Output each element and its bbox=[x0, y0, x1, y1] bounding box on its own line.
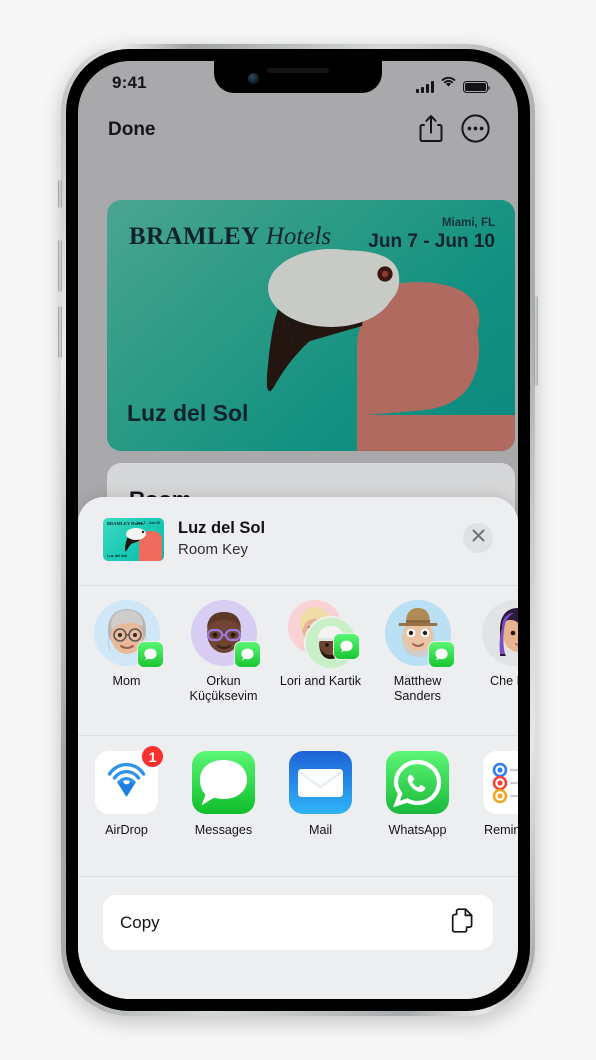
pass-thumbnail: BRAMLEY Hotels Jun 7 - Jun 10 Luz del So… bbox=[103, 518, 164, 561]
contact-name: Matthew Sanders bbox=[393, 674, 442, 703]
app-item-whatsapp[interactable]: WhatsApp bbox=[369, 751, 466, 876]
thumbnail-title: Luz del Sol bbox=[107, 554, 128, 558]
done-button[interactable]: Done bbox=[108, 119, 156, 141]
messages-icon bbox=[192, 751, 255, 814]
silent-switch[interactable] bbox=[58, 180, 62, 208]
pass-title: Luz del Sol bbox=[127, 400, 249, 426]
wifi-icon bbox=[440, 75, 457, 93]
pass-brand-bold: BRAMLEY bbox=[129, 223, 260, 250]
battery-full-icon bbox=[463, 81, 491, 93]
contact-name: Mom bbox=[112, 674, 141, 688]
contact-item[interactable]: Orkun Küçüksevim bbox=[175, 600, 272, 735]
share-sheet-subtitle: Room Key bbox=[178, 541, 249, 558]
device-bezel: 9:41 Done BRAMLEY Hotels Miami, FL Jun 7… bbox=[66, 49, 530, 1011]
close-button[interactable] bbox=[463, 523, 493, 553]
app-icon-wrap bbox=[192, 751, 255, 814]
status-time: 9:41 bbox=[112, 73, 147, 92]
whatsapp-icon bbox=[386, 751, 449, 814]
messages-badge-icon bbox=[233, 641, 261, 668]
wallet-pass-card[interactable]: BRAMLEY Hotels Miami, FL Jun 7 - Jun 10 … bbox=[107, 200, 515, 451]
messages-badge-icon bbox=[332, 633, 360, 660]
avatar-wrap bbox=[190, 600, 261, 668]
avatar-wrap bbox=[287, 600, 360, 670]
navigation-bar: Done bbox=[78, 107, 518, 163]
earpiece-speaker-icon bbox=[267, 68, 329, 73]
app-label: WhatsApp bbox=[388, 823, 447, 837]
contact-suggestions-row[interactable]: Mom Orkun Küçüksevim Lori and Kartik Mat… bbox=[78, 586, 518, 736]
share-sheet: BRAMLEY Hotels Jun 7 - Jun 10 Luz del So… bbox=[78, 497, 518, 999]
iphone-device-frame: 9:41 Done BRAMLEY Hotels Miami, FL Jun 7… bbox=[58, 44, 538, 1016]
copy-action-row[interactable]: Copy bbox=[103, 895, 493, 950]
pass-brand: BRAMLEY Hotels bbox=[129, 223, 331, 251]
app-label: Mail bbox=[308, 823, 333, 837]
app-label: Reminders bbox=[484, 823, 518, 837]
app-icon-wrap bbox=[483, 751, 518, 814]
pass-brand-italic: Hotels bbox=[265, 223, 332, 250]
volume-up-button[interactable] bbox=[58, 240, 62, 292]
notch bbox=[214, 61, 382, 93]
thumbnail-dates: Jun 7 - Jun 10 bbox=[136, 521, 160, 525]
status-icons bbox=[416, 75, 491, 93]
reminders-icon bbox=[483, 751, 518, 814]
app-item-airdrop[interactable]: 1 AirDrop bbox=[78, 745, 175, 876]
share-icon[interactable] bbox=[419, 114, 443, 148]
share-sheet-header: BRAMLEY Hotels Jun 7 - Jun 10 Luz del So… bbox=[78, 497, 518, 586]
app-item-mail[interactable]: Mail bbox=[272, 751, 369, 876]
avatar-wrap bbox=[481, 600, 518, 666]
contact-name: Lori and Kartik bbox=[279, 674, 362, 688]
volume-down-button[interactable] bbox=[58, 306, 62, 358]
contact-item[interactable]: Lori and Kartik bbox=[272, 600, 369, 735]
messages-badge-icon bbox=[427, 641, 455, 668]
copy-action-label: Copy bbox=[120, 912, 160, 932]
pass-location: Miami, FL bbox=[441, 217, 495, 229]
avatar bbox=[481, 600, 518, 666]
app-icon-wrap bbox=[386, 751, 449, 814]
avatar-wrap bbox=[93, 600, 164, 668]
pass-dates: Jun 7 - Jun 10 bbox=[368, 231, 495, 252]
front-camera-icon bbox=[248, 73, 259, 84]
app-item-messages[interactable]: Messages bbox=[175, 751, 272, 876]
contact-name: Che Boe bbox=[489, 674, 518, 688]
phone-screen: 9:41 Done BRAMLEY Hotels Miami, FL Jun 7… bbox=[78, 61, 518, 999]
copy-icon bbox=[449, 907, 476, 939]
app-label: AirDrop bbox=[105, 823, 148, 837]
power-button[interactable] bbox=[534, 296, 538, 386]
more-circle-icon[interactable] bbox=[461, 114, 490, 148]
contact-item[interactable]: Che Boe bbox=[466, 600, 518, 735]
avatar-wrap bbox=[384, 600, 455, 668]
nav-actions bbox=[419, 114, 490, 148]
mail-icon bbox=[289, 751, 352, 814]
share-actions-list: Copy bbox=[103, 895, 493, 950]
contact-item[interactable]: Matthew Sanders bbox=[369, 600, 466, 735]
share-apps-row[interactable]: 1 AirDrop Messages Mail WhatsApp Remi bbox=[78, 736, 518, 877]
app-icon-wrap: 1 bbox=[95, 745, 164, 814]
app-icon-wrap bbox=[289, 751, 352, 814]
notification-badge: 1 bbox=[141, 745, 164, 768]
contact-item[interactable]: Mom bbox=[78, 600, 175, 735]
memoji-purple-hair-icon bbox=[499, 608, 518, 656]
app-label: Messages bbox=[194, 823, 253, 837]
contact-name: Orkun Küçüksevim bbox=[189, 674, 258, 703]
close-icon bbox=[472, 529, 485, 547]
app-item-reminders[interactable]: Reminders bbox=[466, 751, 518, 876]
cellular-bars-icon bbox=[416, 81, 434, 93]
share-sheet-title: Luz del Sol bbox=[178, 519, 266, 537]
messages-badge-icon bbox=[136, 641, 164, 668]
